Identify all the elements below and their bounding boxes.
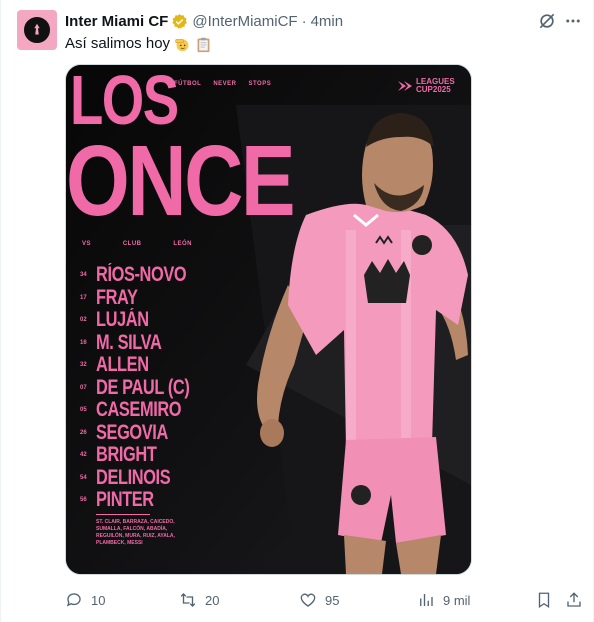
player-number: 02 xyxy=(80,317,87,324)
bookmark-button[interactable] xyxy=(535,590,561,610)
grok-icon[interactable] xyxy=(537,11,557,31)
player-number: 56 xyxy=(80,497,87,504)
lineup-row: 16 M. SILVA xyxy=(80,330,216,355)
player-name: DE PAUL (C) xyxy=(96,375,190,399)
handle[interactable]: @InterMiamiCF xyxy=(192,13,297,30)
tweet-actions: 10 20 95 9 mil xyxy=(65,590,585,610)
player-number: 42 xyxy=(80,452,87,459)
clipboard-emoji-icon xyxy=(197,37,210,52)
player-name: BRIGHT xyxy=(96,443,157,467)
player-number: 05 xyxy=(80,407,87,414)
player-name: ALLEN xyxy=(96,353,149,377)
player-name: CASEMIRO xyxy=(96,398,182,422)
share-button[interactable] xyxy=(565,590,591,610)
player-name: M. SILVA xyxy=(96,330,162,354)
tweet-card[interactable]: Inter Miami CF @InterMiamiCF · 4min Así … xyxy=(0,0,594,622)
lineup-row: 02 LUJÁN xyxy=(80,309,216,332)
player-number: 34 xyxy=(80,272,87,279)
player-name: PINTER xyxy=(96,488,154,512)
salute-face-emoji-icon xyxy=(175,38,189,51)
club-label: CLUB xyxy=(122,241,142,247)
reply-count: 10 xyxy=(91,592,106,608)
avatar[interactable] xyxy=(17,10,57,50)
substitutes-list: ST. CLAIR, BARRAZA, CAICEDO, SUMALLA, FA… xyxy=(96,519,175,546)
like-button[interactable]: 95 xyxy=(299,590,339,610)
player-number: 17 xyxy=(80,294,87,301)
tag: NEVER xyxy=(213,81,237,87)
title-once: ONCE xyxy=(66,125,296,237)
lineup-row: 42 BRIGHT xyxy=(80,444,216,467)
tag: STOPS xyxy=(248,81,272,87)
lineup-row: 07 DE PAUL (C) xyxy=(80,375,216,400)
player-name: LUJÁN xyxy=(96,308,149,332)
more-options-icon[interactable] xyxy=(564,11,582,31)
like-count: 95 xyxy=(325,592,340,608)
leagues-cup-wordmark: LEAGUES CUP2025 xyxy=(416,78,455,94)
separator-dot: · xyxy=(301,12,307,30)
starting-lineup: 34 RÍOS-NOVO 17 FRAY 02 LUJÁN 16 M. SILVA 32… xyxy=(80,264,216,512)
share-icon xyxy=(567,592,581,607)
player-number: 54 xyxy=(80,474,87,481)
display-name[interactable]: Inter Miami CF xyxy=(65,13,168,30)
lineup-row: 54 DELINOIS xyxy=(80,465,216,490)
lineup-row: 05 CASEMIRO xyxy=(80,399,216,422)
player-number: 26 xyxy=(80,429,87,436)
player-name: RÍOS-NOVO xyxy=(96,263,187,287)
views-chart-icon xyxy=(420,594,433,606)
reply-button[interactable]: 10 xyxy=(65,590,105,610)
heart-icon xyxy=(300,593,316,607)
opponent-name: LEÓN xyxy=(173,241,192,247)
views-button[interactable]: 9 mil xyxy=(417,590,470,610)
tweet-text-body: Así salimos hoy xyxy=(65,35,171,52)
player-name: FRAY xyxy=(96,285,138,309)
logo-line2: CUP2025 xyxy=(416,85,451,94)
retweet-button[interactable]: 20 xyxy=(179,590,219,610)
lineup-row: 17 FRAY xyxy=(80,285,216,310)
retweet-count: 20 xyxy=(205,592,220,608)
lineup-image[interactable]: LOS ONCE FÚTBOL NEVER STOPS LEAGUES CUP2… xyxy=(65,64,472,575)
player-name: DELINOIS xyxy=(96,465,171,489)
lineup-row: 32 ALLEN xyxy=(80,354,216,377)
bookmark-icon xyxy=(538,592,550,609)
lineup-row: 34 RÍOS-NOVO xyxy=(80,264,216,287)
heron-crest-icon xyxy=(22,15,52,45)
player-name: SEGOVIA xyxy=(96,420,168,444)
vs-label: VS xyxy=(82,241,92,247)
subs-divider xyxy=(96,514,150,515)
lineup-row: 56 PINTER xyxy=(80,489,216,512)
reply-icon xyxy=(66,593,81,607)
opponent-row: VS CLUB LEÓN xyxy=(82,241,192,247)
lineup-row: 26 SEGOVIA xyxy=(80,420,216,445)
verified-badge-icon[interactable] xyxy=(171,13,188,30)
tag: FÚTBOL xyxy=(174,81,202,87)
title-los: LOS xyxy=(70,64,179,139)
slogan-tags: FÚTBOL NEVER STOPS xyxy=(174,81,271,87)
player-number: 32 xyxy=(80,362,87,369)
views-count: 9 mil xyxy=(443,592,471,608)
player-number: 16 xyxy=(80,339,87,346)
timestamp[interactable]: 4min xyxy=(311,13,344,30)
tweet-header: Inter Miami CF @InterMiamiCF · 4min xyxy=(65,11,343,31)
retweet-icon xyxy=(180,593,196,607)
player-number: 07 xyxy=(80,384,87,391)
tweet-text: Así salimos hoy xyxy=(65,34,212,54)
